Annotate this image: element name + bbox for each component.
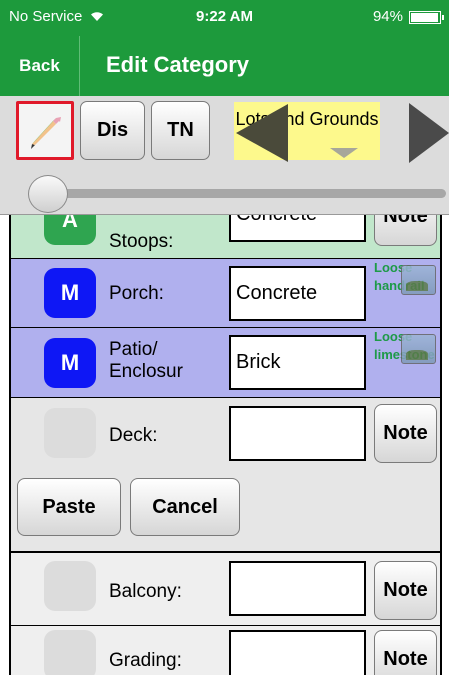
list-item: A Stoops: Concrete Note [11, 215, 440, 259]
value-field[interactable] [229, 630, 366, 675]
slider-area [0, 170, 449, 215]
list-item: M Patio/ Enclosur Brick Loose limestone [11, 328, 440, 398]
status-badge[interactable] [44, 630, 96, 675]
note-button[interactable]: Note [374, 630, 437, 675]
value-field[interactable]: Concrete [229, 215, 366, 242]
status-badge[interactable]: M [44, 268, 96, 318]
photo-icon[interactable] [401, 334, 436, 364]
value-field[interactable]: Brick [229, 335, 366, 390]
slider-thumb[interactable] [28, 175, 68, 213]
item-list[interactable]: A Stoops: Concrete Note M Porch: Concret… [9, 215, 442, 675]
battery-icon [409, 11, 444, 24]
paste-button[interactable]: Paste [17, 478, 121, 536]
status-badge[interactable] [44, 408, 96, 458]
tn-button[interactable]: TN [151, 101, 210, 160]
photo-icon[interactable] [401, 265, 436, 295]
arrow-left-icon[interactable] [236, 104, 288, 162]
row-label: Grading: [109, 650, 182, 671]
note-button[interactable]: Note [374, 215, 437, 246]
row-label: Patio/ Enclosur [109, 339, 183, 382]
edit-button[interactable] [16, 101, 74, 160]
cancel-button[interactable]: Cancel [130, 478, 240, 536]
battery-percent: 94% [372, 8, 403, 25]
row-label: Balcony: [109, 581, 182, 602]
screen: No Service 9:22 AM 94% Back Edit Categor… [0, 0, 449, 675]
status-bar: No Service 9:22 AM 94% [0, 0, 449, 36]
list-item: Grading: Note [11, 626, 440, 675]
status-badge[interactable]: A [44, 215, 96, 245]
arrow-right-icon[interactable] [409, 103, 449, 163]
slider-track[interactable] [36, 189, 446, 198]
status-badge[interactable]: M [44, 338, 96, 388]
row-label: Stoops: [109, 231, 174, 252]
navigation-bar: Back Edit Category [0, 36, 449, 96]
status-badge[interactable] [44, 561, 96, 611]
value-field[interactable] [229, 561, 366, 616]
toolbar: Dis TN Lots and Grounds [0, 96, 449, 170]
pencil-icon [31, 116, 61, 149]
dis-button[interactable]: Dis [80, 101, 145, 160]
list-item: Balcony: Note [11, 552, 440, 626]
chevron-down-icon [330, 148, 358, 158]
note-button[interactable]: Note [374, 561, 437, 620]
list-item: M Porch: Concrete Loose handrail [11, 259, 440, 328]
note-button[interactable]: Note [374, 404, 437, 463]
value-field[interactable] [229, 406, 366, 461]
back-button[interactable]: Back [0, 36, 80, 96]
value-field[interactable]: Concrete [229, 266, 366, 321]
page-title: Edit Category [106, 52, 250, 77]
row-label: Porch: [109, 283, 164, 304]
row-label: Deck: [109, 425, 158, 446]
